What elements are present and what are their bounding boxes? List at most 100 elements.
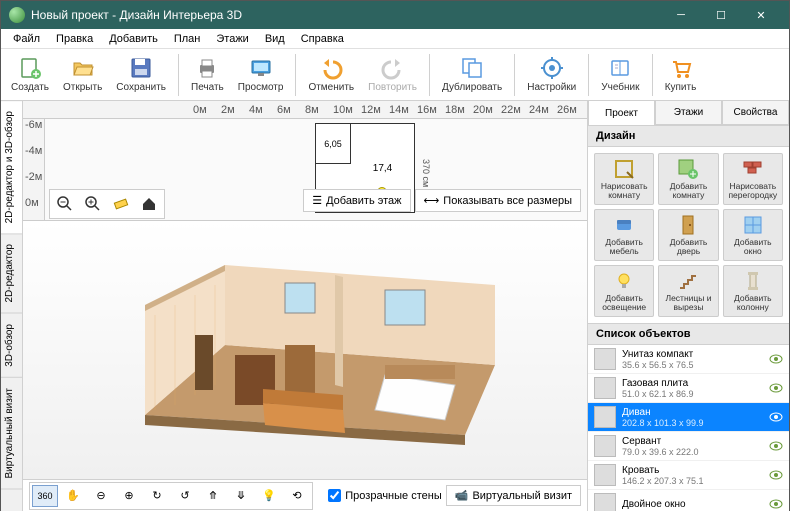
- show-dimensions-button[interactable]: ⟷ Показывать все размеры: [415, 189, 581, 212]
- design-label: Добавитьколонну: [734, 294, 772, 313]
- object-name: Газовая плита: [622, 378, 763, 389]
- object-thumbnail: [594, 464, 616, 486]
- viewport-float-buttons: ☰ Добавить этаж ⟷ Показывать все размеры: [303, 189, 581, 212]
- object-thumbnail: [594, 348, 616, 370]
- maximize-button[interactable]: ☐: [701, 1, 741, 29]
- design-stairs-button[interactable]: Лестницы ивырезы: [658, 265, 718, 317]
- design-draw-room-button[interactable]: Нарисоватькомнату: [594, 153, 654, 205]
- left-tab-2d[interactable]: 2D-редактор: [1, 234, 22, 314]
- visibility-icon[interactable]: [769, 381, 783, 395]
- menu-План[interactable]: План: [166, 31, 209, 47]
- design-add-furn-button[interactable]: Добавитьмебель: [594, 209, 654, 261]
- object-item[interactable]: Унитаз компакт35.6 x 56.5 x 76.5: [588, 345, 789, 374]
- visibility-icon[interactable]: [769, 439, 783, 453]
- toolbar-label: Создать: [11, 82, 49, 93]
- canvas-3d[interactable]: [23, 221, 587, 479]
- menu-Файл[interactable]: Файл: [5, 31, 48, 47]
- left-tab-2d3d[interactable]: 2D-редактор и 3D-обзор: [1, 101, 22, 234]
- tilt-down-button[interactable]: ⤋: [228, 485, 254, 507]
- menu-Правка[interactable]: Правка: [48, 31, 101, 47]
- visibility-icon[interactable]: [769, 352, 783, 366]
- toolbar-create-button[interactable]: Создать: [5, 51, 55, 99]
- menu-Вид[interactable]: Вид: [257, 31, 293, 47]
- design-add-light-button[interactable]: Добавитьосвещение: [594, 265, 654, 317]
- zoom-in-3d-button[interactable]: ⊕: [116, 485, 142, 507]
- left-tab-strip: 2D-редактор и 3D-обзор2D-редактор3D-обзо…: [1, 101, 23, 511]
- right-tab-Этажи[interactable]: Этажи: [655, 101, 722, 125]
- reset-view-button[interactable]: ⟲: [284, 485, 310, 507]
- design-add-room-button[interactable]: Добавитькомнату: [658, 153, 718, 205]
- object-name: Кровать: [622, 465, 763, 476]
- visibility-icon[interactable]: [769, 468, 783, 482]
- toolbar-duplicate-button[interactable]: Дублировать: [436, 51, 508, 99]
- toolbar-settings-button[interactable]: Настройки: [521, 51, 582, 99]
- object-list[interactable]: Унитаз компакт35.6 x 56.5 x 76.5Газовая …: [588, 345, 789, 511]
- menu-Этажи[interactable]: Этажи: [208, 31, 256, 47]
- save-icon: [129, 56, 153, 80]
- dimension-label: 370 см: [421, 159, 431, 187]
- app-icon: [9, 7, 25, 23]
- object-name: Двойное окно: [622, 499, 763, 510]
- pan-button[interactable]: ✋: [60, 485, 86, 507]
- toolbar-print-button[interactable]: Печать: [185, 51, 230, 99]
- toolbar-buy-button[interactable]: Купить: [659, 51, 703, 99]
- menubar: ФайлПравкаДобавитьПланЭтажиВидСправка: [1, 29, 789, 49]
- orbit-360-button[interactable]: 360: [32, 485, 58, 507]
- toolbar-open-button[interactable]: Открыть: [57, 51, 108, 99]
- toolbar-label: Повторить: [368, 82, 417, 93]
- object-item[interactable]: Диван202.8 x 101.3 x 99.9: [588, 403, 789, 432]
- toolbar-tutorial-button[interactable]: Учебник: [595, 51, 645, 99]
- left-tab-virtual[interactable]: Виртуальный визит: [1, 378, 22, 490]
- virtual-visit-button[interactable]: 📹 Виртуальный визит: [446, 485, 581, 506]
- ruler-button[interactable]: [108, 192, 134, 216]
- undo-icon: [319, 56, 343, 80]
- left-tab-3d[interactable]: 3D-обзор: [1, 314, 22, 378]
- print-icon: [195, 56, 219, 80]
- visibility-icon[interactable]: [769, 497, 783, 511]
- close-button[interactable]: ✕: [741, 1, 781, 29]
- transparent-walls-checkbox[interactable]: Прозрачные стены: [328, 489, 441, 502]
- tilt-up-button[interactable]: ⤊: [200, 485, 226, 507]
- design-add-column-button[interactable]: Добавитьколонну: [723, 265, 783, 317]
- right-tab-Свойства[interactable]: Свойства: [722, 101, 789, 125]
- zoom-in-button[interactable]: [80, 192, 106, 216]
- zoom-out-button[interactable]: [52, 192, 78, 216]
- add-column-icon: [742, 270, 764, 292]
- object-item[interactable]: Газовая плита51.0 x 62.1 x 86.9: [588, 374, 789, 403]
- minimize-button[interactable]: ─: [661, 1, 701, 29]
- menu-Добавить[interactable]: Добавить: [101, 31, 166, 47]
- rotate-ccw-button[interactable]: ↺: [172, 485, 198, 507]
- menu-Справка[interactable]: Справка: [293, 31, 352, 47]
- room-1[interactable]: 6,05: [316, 124, 351, 164]
- toolbar-undo-button[interactable]: Отменить: [302, 51, 360, 99]
- design-label: Лестницы ивырезы: [666, 294, 712, 313]
- toolbar-preview-button[interactable]: Просмотр: [232, 51, 290, 99]
- open-icon: [71, 56, 95, 80]
- visibility-icon[interactable]: [769, 410, 783, 424]
- home-button[interactable]: [136, 192, 162, 216]
- design-label: Нарисоватьперегородку: [728, 182, 777, 201]
- toolbar-save-button[interactable]: Сохранить: [110, 51, 172, 99]
- design-draw-wall-button[interactable]: Нарисоватьперегородку: [723, 153, 783, 205]
- add-furn-icon: [613, 214, 635, 236]
- virtual-visit-label: Виртуальный визит: [472, 490, 572, 502]
- objects-section-header: Список объектов: [588, 323, 789, 345]
- add-floor-button[interactable]: ☰ Добавить этаж: [303, 189, 410, 212]
- design-tools-grid: НарисоватькомнатуДобавитькомнату Нарисова…: [588, 147, 789, 323]
- create-icon: [18, 56, 42, 80]
- design-add-door-button[interactable]: Добавитьдверь: [658, 209, 718, 261]
- transparent-walls-input[interactable]: [328, 489, 341, 502]
- object-item[interactable]: Двойное окно: [588, 490, 789, 511]
- right-tab-Проект[interactable]: Проект: [588, 101, 655, 125]
- zoom-out-3d-button[interactable]: ⊖: [88, 485, 114, 507]
- canvas-area: 0м2м4м6м8м10м12м14м16м18м20м22м24м26м -6…: [23, 101, 587, 511]
- toolbar-label: Просмотр: [238, 82, 284, 93]
- object-item[interactable]: Кровать146.2 x 207.3 x 75.1: [588, 461, 789, 490]
- rotate-button[interactable]: ↻: [144, 485, 170, 507]
- design-add-window-button[interactable]: Добавитьокно: [723, 209, 783, 261]
- object-item[interactable]: Сервант79.0 x 39.6 x 222.0: [588, 432, 789, 461]
- light-button[interactable]: 💡: [256, 485, 282, 507]
- room-3d-render: [85, 235, 525, 465]
- object-name: Сервант: [622, 436, 763, 447]
- bottom-toolbar: 360 ✋ ⊖ ⊕ ↻ ↺ ⤊ ⤋ 💡 ⟲ Прозрачные стены 📹…: [23, 479, 587, 511]
